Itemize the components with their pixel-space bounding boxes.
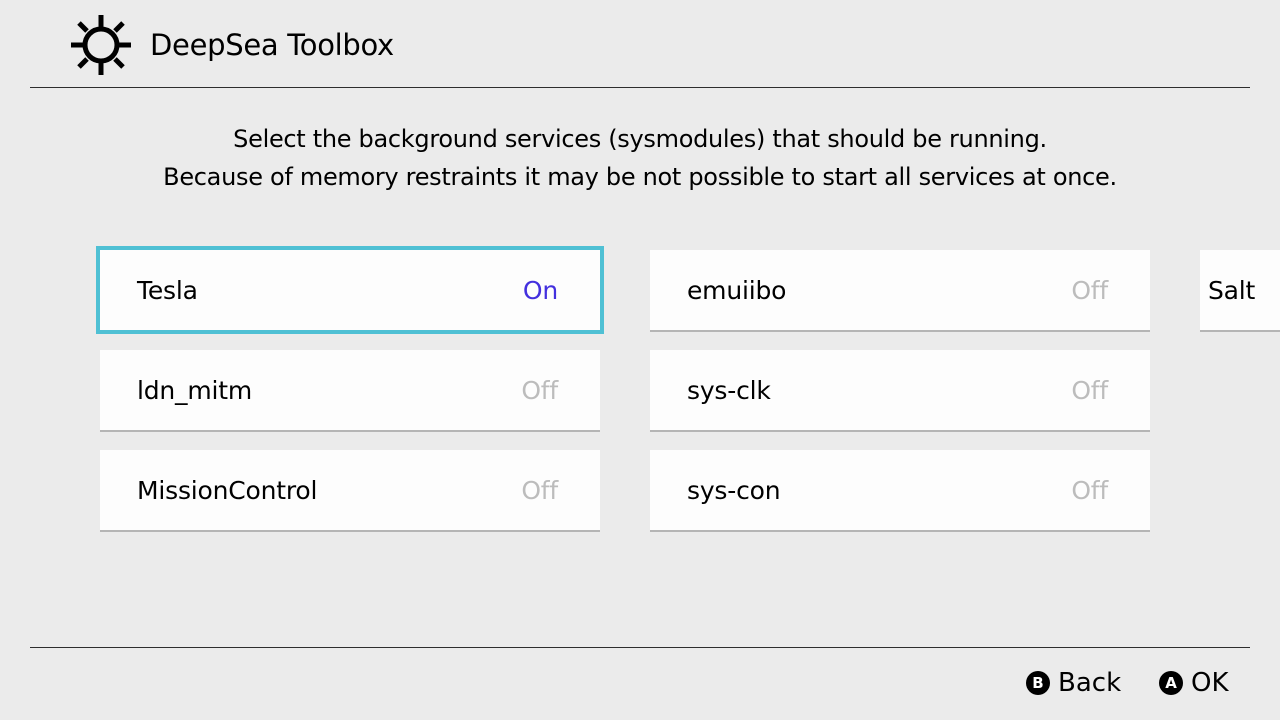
- footer-divider: [30, 647, 1250, 648]
- service-status: Off: [1071, 375, 1108, 405]
- service-name: MissionControl: [137, 475, 318, 505]
- service-status: Off: [1071, 475, 1108, 505]
- ok-button[interactable]: A OK: [1159, 668, 1229, 698]
- gear-icon: [71, 15, 131, 75]
- ok-label: OK: [1191, 668, 1229, 698]
- service-tile-emuiibo[interactable]: emuiibo Off: [650, 250, 1150, 330]
- service-name: ldn_mitm: [137, 375, 253, 405]
- page-title: DeepSea Toolbox: [150, 28, 394, 62]
- service-name: emuiibo: [687, 275, 787, 305]
- service-name: Salt: [1208, 275, 1256, 305]
- service-name: sys-clk: [687, 375, 771, 405]
- service-name: sys-con: [687, 475, 781, 505]
- service-tile-tesla[interactable]: Tesla On: [96, 246, 604, 334]
- service-tile-missioncontrol[interactable]: MissionControl Off: [100, 450, 600, 530]
- description-line-1: Select the background services (sysmodul…: [233, 125, 1047, 153]
- service-tile-ldn-mitm[interactable]: ldn_mitm Off: [100, 350, 600, 430]
- service-name: Tesla: [137, 275, 198, 305]
- b-button-icon: B: [1026, 671, 1050, 695]
- a-button-icon: A: [1159, 671, 1183, 695]
- header-divider: [30, 87, 1250, 88]
- service-status: Off: [521, 475, 558, 505]
- service-status: Off: [521, 375, 558, 405]
- service-status: Off: [1071, 275, 1108, 305]
- service-tile-sys-clk[interactable]: sys-clk Off: [650, 350, 1150, 430]
- back-label: Back: [1058, 668, 1122, 698]
- service-status: On: [522, 275, 558, 305]
- service-tile-salt[interactable]: Salt: [1200, 250, 1280, 330]
- description-line-2: Because of memory restraints it may be n…: [163, 163, 1117, 191]
- back-button[interactable]: B Back: [1026, 668, 1121, 698]
- service-tile-sys-con[interactable]: sys-con Off: [650, 450, 1150, 530]
